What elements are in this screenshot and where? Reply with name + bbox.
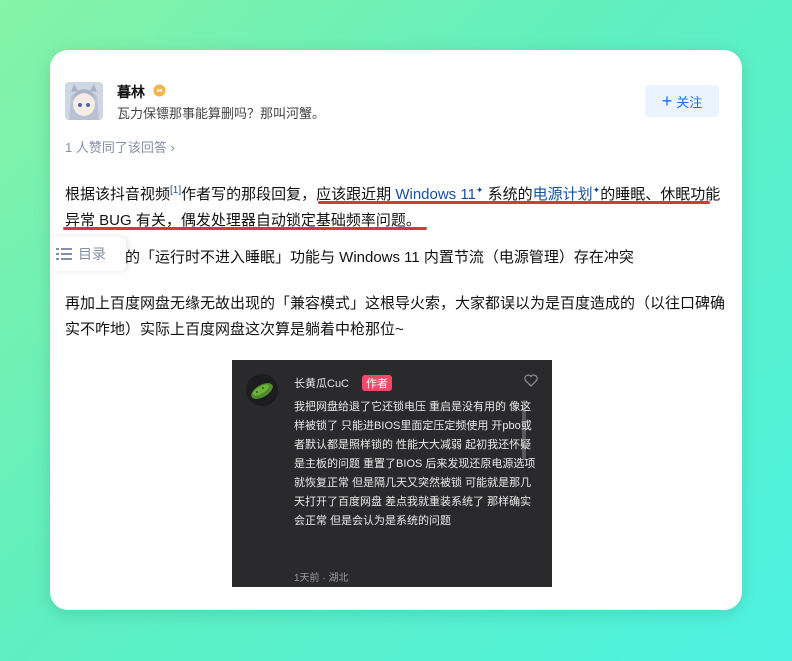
toc-button[interactable]: 目录: [50, 237, 126, 271]
answer-paragraph-2: 百度网盘的「运行时不进入睡眠」功能与 Windows 11 内置节流（电源管理）…: [65, 249, 634, 266]
highlight-underline: [63, 227, 427, 230]
answer-paragraph-1: 根据该抖音视频[1]作者写的那段回复，应该跟近期 Windows 11✦ 系统的…: [65, 177, 730, 234]
heart-icon: [524, 374, 538, 387]
comment-screenshot-image[interactable]: 长黄瓜CuC 作者 我把网盘给退了它还锁电压 重启是没有用的 像这样被锁了 只能…: [232, 360, 552, 587]
toc-label: 目录: [78, 246, 106, 262]
comment-meta: 1天前 · 湖北: [294, 573, 349, 584]
author-tag: 作者: [362, 375, 392, 391]
plus-icon: +: [661, 91, 673, 111]
follow-button[interactable]: + 关注: [645, 85, 719, 117]
chevron-right-icon: ›: [170, 140, 175, 155]
citation-link[interactable]: [1]: [170, 185, 181, 196]
answer-paragraph-3: 再加上百度网盘无缘无故出现的「兼容模式」这根导火索，大家都误以为是百度造成的（以…: [65, 295, 726, 338]
upvote-count[interactable]: 1 人赞同了该回答 ›: [65, 137, 175, 156]
follow-button-label: 关注: [676, 94, 703, 110]
highlight-underline: [318, 201, 710, 204]
comment-text: 我把网盘给退了它还锁电压 重启是没有用的 像这样被锁了 只能进BIOS里面定压定…: [294, 401, 536, 527]
list-icon: [56, 248, 72, 260]
answer-card: 暮林 瓦力保镖那事能算删吗？那叫河蟹。 + 关注 1 人赞同了该回答 › 根据该…: [50, 50, 742, 610]
author-name[interactable]: 暮林: [117, 82, 145, 102]
badge-icon: [153, 84, 166, 97]
commenter-avatar: [246, 374, 278, 406]
upvote-text: 1 人赞同了该回答: [65, 140, 167, 155]
author-avatar[interactable]: [65, 82, 103, 120]
author-bio: 瓦力保镖那事能算删吗？那叫河蟹。: [117, 106, 326, 121]
commenter-name: 长黄瓜CuC: [294, 378, 350, 390]
text-span: 根据该抖音视频: [65, 186, 171, 203]
text-span: 作者写的那段回复，: [181, 186, 317, 203]
